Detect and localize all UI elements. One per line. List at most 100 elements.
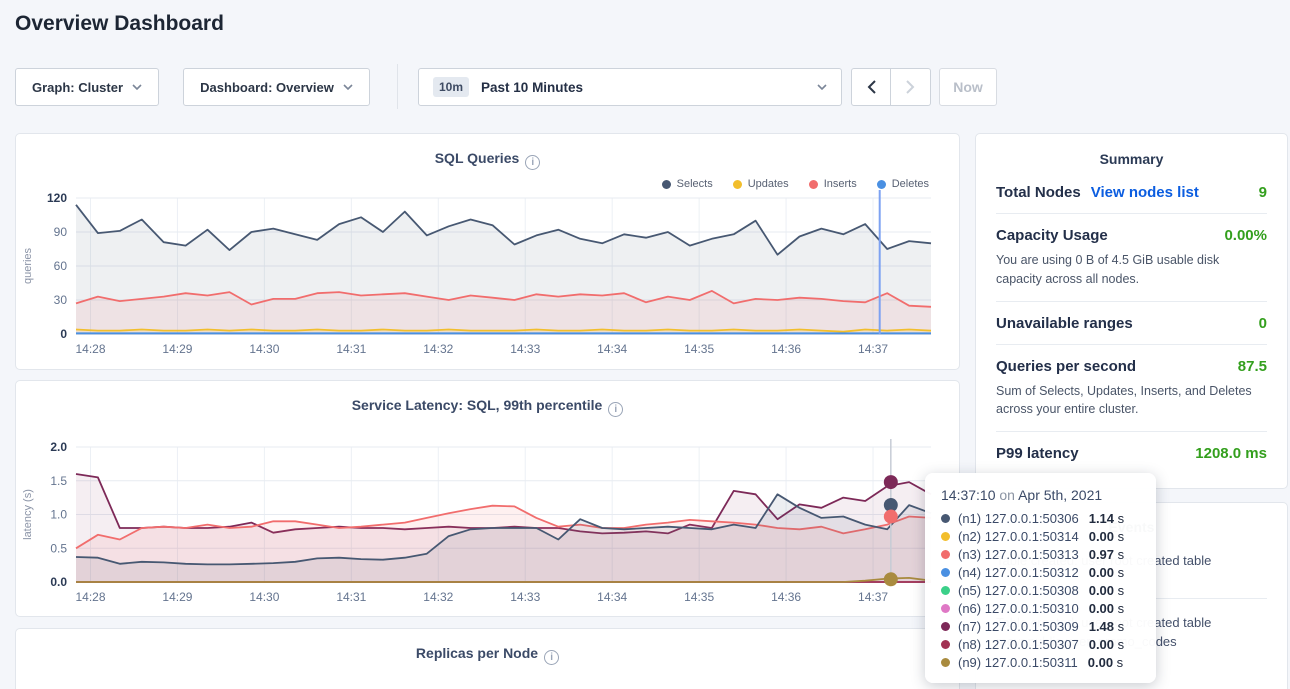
page-title: Overview Dashboard [15,12,224,36]
time-step-buttons [851,68,931,106]
chart-hover-tooltip: 14:37:10 on Apr 5th, 2021 (n1) 127.0.0.1… [925,473,1156,683]
now-button[interactable]: Now [939,68,997,106]
svg-text:120: 120 [47,191,67,205]
summary-value: 1208.0 ms [1195,445,1267,462]
tooltip-node-row: (n1) 127.0.0.1:503061.14 s [941,509,1140,527]
svg-text:1.0: 1.0 [50,508,67,522]
tooltip-node-row: (n2) 127.0.0.1:50314 0.00 s [941,527,1140,545]
tooltip-node-row: (n6) 127.0.0.1:503100.00 s [941,599,1140,617]
svg-text:latency (s): latency (s) [22,489,34,540]
node-color-dot [941,604,950,613]
svg-text:14:31: 14:31 [336,342,366,356]
node-latency-value: 0.00 s [1089,583,1124,598]
tooltip-node-row: (n7) 127.0.0.1:50309 1.48 s [941,617,1140,635]
svg-text:14:34: 14:34 [597,342,627,356]
node-address: (n3) 127.0.0.1:50313 [958,547,1079,562]
svg-text:90: 90 [54,225,68,239]
node-latency-value: 0.97 s [1089,547,1124,562]
summary-rows: Total NodesView nodes list9Capacity Usag… [976,171,1287,474]
node-latency-value: 0.00 s [1088,655,1123,670]
service-latency-chart[interactable]: 14:2814:2914:3014:3114:3214:3314:3414:35… [16,381,959,616]
tooltip-node-row: (n5) 127.0.0.1:50308 0.00 s [941,581,1140,599]
node-color-dot [941,658,950,667]
node-latency-value: 1.14 s [1089,511,1124,526]
summary-label: Unavailable ranges [996,315,1133,332]
summary-row: P99 latency 1208.0 ms [996,432,1267,474]
tooltip-timestamp: 14:37:10 on Apr 5th, 2021 [941,487,1140,503]
node-latency-value: 0.00 s [1089,565,1124,580]
node-color-dot [941,586,950,595]
node-color-dot [941,622,950,631]
node-latency-value: 1.48 s [1089,619,1124,634]
svg-text:14:36: 14:36 [771,590,801,604]
svg-text:14:37: 14:37 [858,590,888,604]
svg-text:1.5: 1.5 [50,474,67,488]
svg-text:14:35: 14:35 [684,342,714,356]
replicas-per-node-title: Replicas per Nodei [16,645,959,665]
summary-value: 0.00% [1224,227,1267,244]
node-latency-value: 0.00 s [1089,637,1124,652]
svg-text:14:32: 14:32 [423,590,453,604]
summary-label: Queries per second [996,358,1136,375]
summary-row: Queries per second87.5Sum of Selects, Up… [996,345,1267,433]
svg-text:60: 60 [54,259,68,273]
chevron-down-icon [343,84,353,90]
svg-text:30: 30 [54,293,68,307]
graph-dropdown[interactable]: Graph: Cluster [15,68,159,106]
chevron-right-icon [906,80,915,94]
toolbar-divider [397,64,398,109]
svg-text:14:34: 14:34 [597,590,627,604]
graph-dropdown-label: Graph: Cluster [32,80,123,95]
node-address: (n8) 127.0.0.1:50307 [958,637,1079,652]
tooltip-node-row: (n4) 127.0.0.1:50312 0.00 s [941,563,1140,581]
svg-text:14:32: 14:32 [423,342,453,356]
svg-text:14:30: 14:30 [249,590,279,604]
svg-text:14:29: 14:29 [162,590,192,604]
summary-subtitle: Sum of Selects, Updates, Inserts, and De… [996,382,1267,420]
svg-text:14:36: 14:36 [771,342,801,356]
tooltip-node-row: (n9) 127.0.0.1:503110.00 s [941,653,1140,671]
svg-text:14:30: 14:30 [249,342,279,356]
node-address: (n2) 127.0.0.1:50314 [958,529,1079,544]
summary-row: Total NodesView nodes list9 [996,171,1267,214]
chevron-left-icon [867,80,876,94]
node-color-dot [941,514,950,523]
tooltip-node-row: (n8) 127.0.0.1:50307 0.00 s [941,635,1140,653]
node-address: (n7) 127.0.0.1:50309 [958,619,1079,634]
svg-text:2.0: 2.0 [50,440,67,454]
svg-text:0.0: 0.0 [50,575,67,589]
time-range-badge: 10m [433,77,469,97]
node-address: (n6) 127.0.0.1:50310 [958,601,1079,616]
summary-subtitle: You are using 0 B of 4.5 GiB usable disk… [996,251,1267,289]
summary-label: Total Nodes [996,184,1081,201]
time-step-back-button[interactable] [851,68,891,106]
node-color-dot [941,640,950,649]
svg-text:queries: queries [22,247,34,284]
sql-queries-chart[interactable]: 14:2814:2914:3014:3114:3214:3314:3414:35… [16,134,959,369]
svg-text:14:29: 14:29 [162,342,192,356]
svg-text:14:33: 14:33 [510,590,540,604]
time-step-forward-button[interactable] [891,68,931,106]
time-range-selector[interactable]: 10m Past 10 Minutes [418,68,842,106]
dashboard-dropdown-label: Dashboard: Overview [200,80,334,95]
summary-label: Capacity Usage [996,227,1108,244]
summary-label: P99 latency [996,445,1079,462]
info-icon[interactable]: i [544,650,559,665]
svg-text:14:35: 14:35 [684,590,714,604]
svg-text:0.5: 0.5 [50,541,67,555]
summary-title: Summary [976,134,1287,171]
node-color-dot [941,568,950,577]
dashboard-dropdown[interactable]: Dashboard: Overview [183,68,370,106]
svg-text:14:28: 14:28 [75,590,105,604]
svg-text:14:37: 14:37 [858,342,888,356]
replicas-per-node-card: Replicas per Nodei [15,628,960,689]
summary-card: Summary Total NodesView nodes list9Capac… [975,133,1288,489]
chevron-down-icon [132,84,142,90]
overview-dashboard-page: Overview Dashboard Graph: Cluster Dashbo… [0,0,1290,689]
node-address: (n4) 127.0.0.1:50312 [958,565,1079,580]
view-nodes-link[interactable]: View nodes list [1091,184,1199,201]
chevron-down-icon [817,84,827,90]
node-latency-value: 0.00 s [1089,529,1124,544]
svg-text:14:28: 14:28 [75,342,105,356]
node-address: (n5) 127.0.0.1:50308 [958,583,1079,598]
